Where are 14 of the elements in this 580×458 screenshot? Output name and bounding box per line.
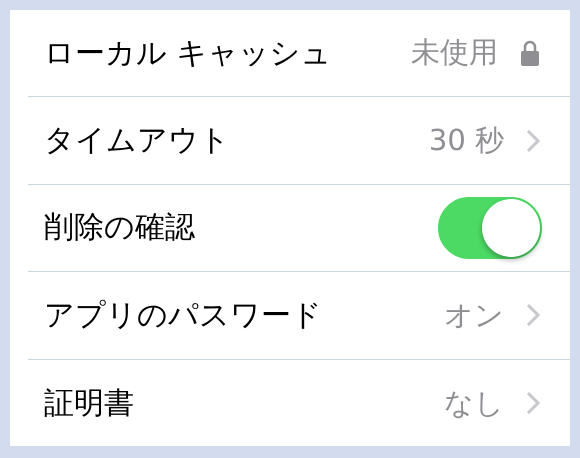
setting-value: 30 秒 <box>428 122 504 159</box>
setting-value: 未使用 <box>411 34 498 72</box>
setting-value: オン <box>444 296 504 334</box>
toggle-switch[interactable] <box>438 196 542 259</box>
setting-value: なし <box>444 384 504 422</box>
setting-label: アプリのパスワード <box>43 296 323 335</box>
chevron-icon[interactable] <box>526 303 540 328</box>
setting-label: タイムアウト <box>43 122 231 160</box>
setting-label: ローカル キャッシュ <box>43 34 333 73</box>
lock-icon <box>520 40 540 66</box>
chevron-icon[interactable] <box>526 128 540 153</box>
chevron-icon[interactable] <box>526 391 540 416</box>
setting-label: 削除の確認 <box>43 209 196 248</box>
setting-label: 証明書 <box>43 384 135 423</box>
